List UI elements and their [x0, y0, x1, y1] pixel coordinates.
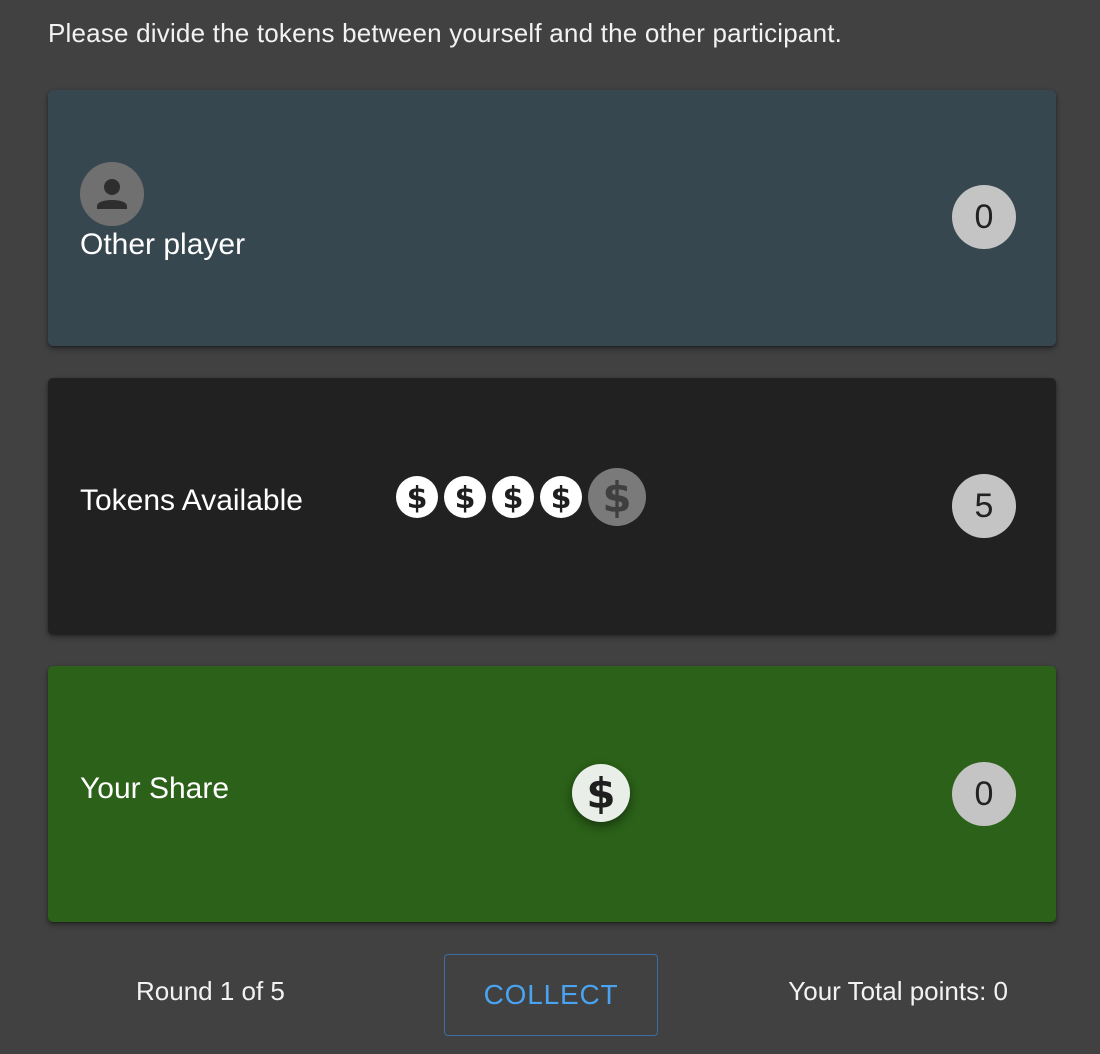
total-points: Your Total points: 0	[788, 976, 1008, 1006]
collect-button[interactable]: COLLECT	[444, 954, 658, 1036]
other-player-card: Other player 0	[48, 90, 1056, 346]
your-share-label: Your Share	[80, 772, 230, 805]
other-player-count-badge: 0	[952, 185, 1016, 249]
tokens-available-card: Tokens Available $ $ $ $ $ 5	[48, 378, 1056, 634]
round-indicator: Round 1 of 5	[136, 976, 285, 1006]
token-pile[interactable]: $ $ $ $ $	[396, 468, 646, 526]
svg-text:$: $	[586, 769, 615, 818]
svg-text:$: $	[602, 473, 631, 522]
svg-text:$: $	[455, 481, 476, 516]
other-player-label: Other player	[80, 228, 246, 261]
your-share-count-badge: 0	[952, 762, 1016, 826]
person-icon	[80, 162, 144, 226]
dollar-token-placeholder-icon: $	[588, 468, 646, 526]
tokens-available-count-badge: 5	[952, 474, 1016, 538]
svg-text:$: $	[407, 481, 428, 516]
dollar-token-icon[interactable]: $	[540, 476, 582, 518]
dollar-token-drag-icon[interactable]: $	[572, 764, 630, 822]
dollar-token-icon[interactable]: $	[444, 476, 486, 518]
tokens-available-label: Tokens Available	[80, 484, 303, 517]
dollar-token-icon[interactable]: $	[492, 476, 534, 518]
svg-text:$: $	[503, 481, 524, 516]
svg-text:$: $	[551, 481, 572, 516]
instructions-text: Please divide the tokens between yoursel…	[48, 18, 843, 48]
your-share-card: Your Share $ 0	[48, 666, 1056, 922]
dollar-token-icon[interactable]: $	[396, 476, 438, 518]
